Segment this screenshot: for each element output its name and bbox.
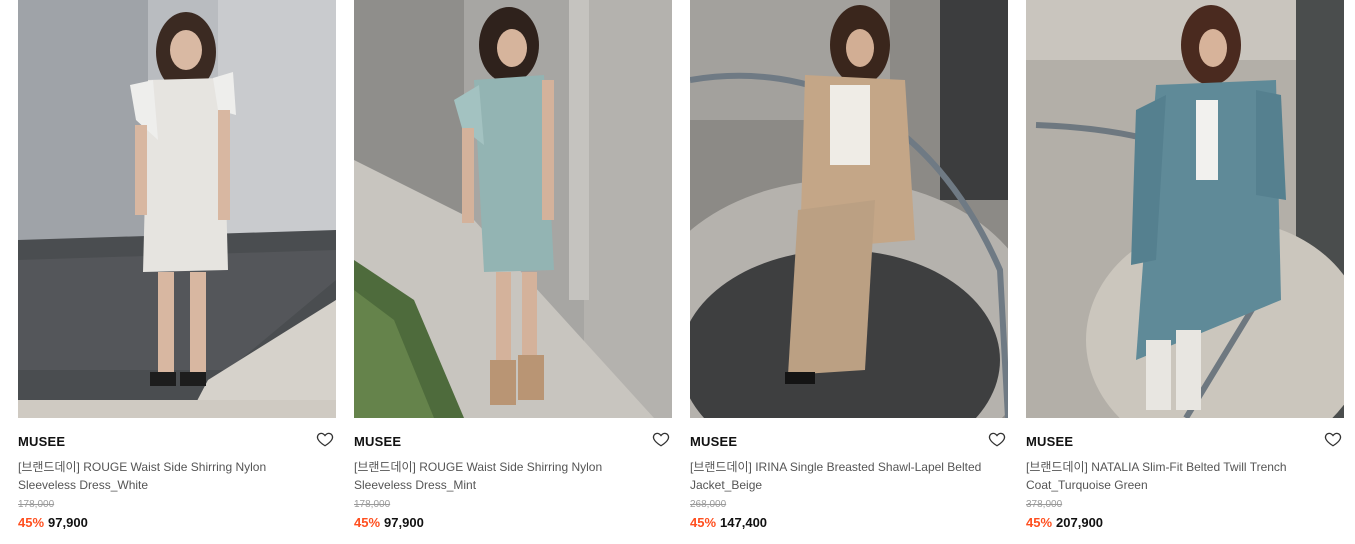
product-card[interactable]: MUSEE [브랜드데이] ROUGE Waist Side Shirring …	[18, 0, 336, 530]
product-name[interactable]: [브랜드데이] NATALIA Slim-Fit Belted Twill Tr…	[1026, 458, 1326, 494]
price-row: 45% 207,900	[1026, 515, 1344, 530]
sale-price: 147,400	[720, 515, 768, 530]
sale-price: 97,900	[384, 515, 424, 530]
price-row: 45% 147,400	[690, 515, 1008, 530]
discount-rate: 45%	[354, 515, 381, 530]
price-row: 45% 97,900	[354, 515, 672, 530]
product-grid: MUSEE [브랜드데이] ROUGE Waist Side Shirring …	[0, 0, 1355, 544]
product-card[interactable]: MUSEE [브랜드데이] NATALIA Slim-Fit Belted Tw…	[1026, 0, 1344, 530]
heart-outline-icon[interactable]	[316, 430, 334, 448]
product-image[interactable]	[354, 0, 672, 418]
product-photo-turquoise-trench[interactable]	[1026, 0, 1344, 418]
product-name[interactable]: [브랜드데이] ROUGE Waist Side Shirring Nylon …	[18, 458, 318, 494]
original-price: 178,000	[18, 499, 55, 510]
price-row: 45% 97,900	[18, 515, 336, 530]
heart-outline-icon[interactable]	[652, 430, 670, 448]
product-image[interactable]	[690, 0, 1008, 418]
product-photo-beige-jacket[interactable]	[690, 0, 1008, 418]
discount-rate: 45%	[1026, 515, 1053, 530]
product-photo-mint-dress[interactable]	[354, 0, 672, 418]
product-card[interactable]: MUSEE [브랜드데이] ROUGE Waist Side Shirring …	[354, 0, 672, 530]
sale-price: 207,900	[1056, 515, 1104, 530]
product-name[interactable]: [브랜드데이] IRINA Single Breasted Shawl-Lape…	[690, 458, 990, 494]
product-name[interactable]: [브랜드데이] ROUGE Waist Side Shirring Nylon …	[354, 458, 654, 494]
sale-price: 97,900	[48, 515, 88, 530]
discount-rate: 45%	[690, 515, 717, 530]
brand-name[interactable]: MUSEE	[1026, 434, 1073, 449]
original-price: 268,000	[690, 499, 727, 510]
original-price: 178,000	[354, 499, 391, 510]
heart-outline-icon[interactable]	[1324, 430, 1342, 448]
original-price: 378,000	[1026, 499, 1063, 510]
brand-name[interactable]: MUSEE	[18, 434, 65, 449]
brand-name[interactable]: MUSEE	[354, 434, 401, 449]
brand-name[interactable]: MUSEE	[690, 434, 737, 449]
heart-outline-icon[interactable]	[988, 430, 1006, 448]
product-image[interactable]	[18, 0, 336, 418]
product-photo-white-dress[interactable]	[18, 0, 336, 418]
discount-rate: 45%	[18, 515, 45, 530]
product-card[interactable]: MUSEE [브랜드데이] IRINA Single Breasted Shaw…	[690, 0, 1008, 530]
product-image[interactable]	[1026, 0, 1344, 418]
